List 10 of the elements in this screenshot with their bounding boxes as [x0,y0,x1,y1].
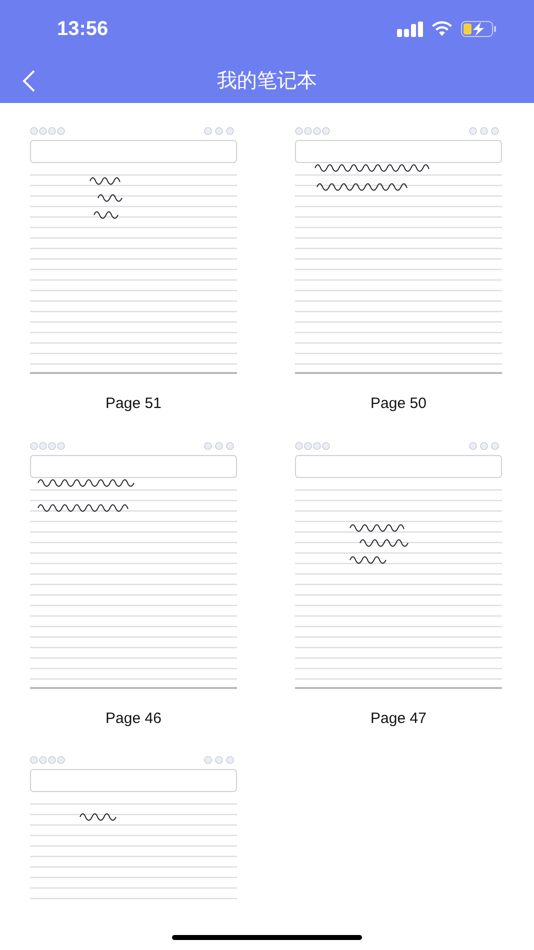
page-label: Page 50 [370,394,426,414]
wifi-icon [431,21,453,37]
page-label: Page 46 [106,708,162,728]
page-label: Page 47 [370,708,426,728]
page-label: Page 51 [106,394,162,414]
page-title: 我的笔记本 [217,68,317,94]
status-time: 13:56 [57,17,108,42]
signal-icon [397,21,423,37]
battery-charging-icon [461,21,497,37]
back-chevron-icon [22,70,36,92]
